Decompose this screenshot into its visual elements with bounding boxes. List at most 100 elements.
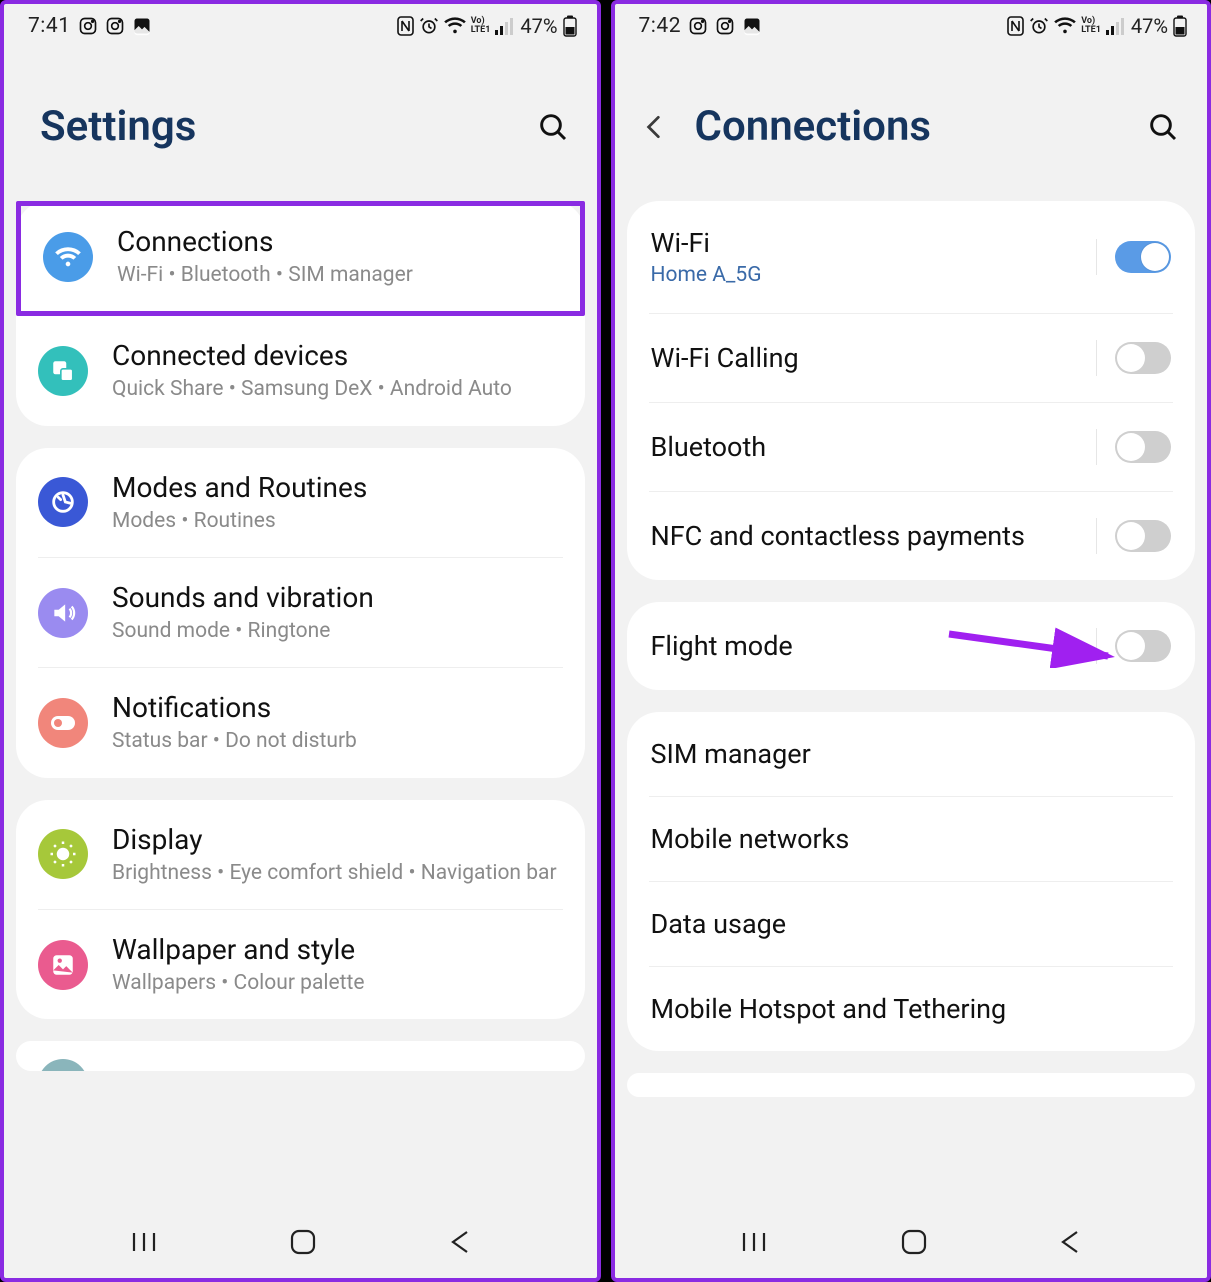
row-title: Wi-Fi Calling: [651, 342, 1089, 374]
row-nfc[interactable]: NFC and contactless payments: [649, 491, 1174, 580]
row-title: Th: [112, 1067, 144, 1072]
back-button[interactable]: [635, 107, 673, 147]
row-wifi[interactable]: Wi-Fi Home A_5G: [649, 201, 1174, 313]
connections-group: Flight mode: [627, 602, 1196, 690]
wallpaper-icon: [38, 940, 88, 990]
connections-screen: 7:42 Vo)LTE1 47% Connections Wi-Fi Home …: [611, 0, 1211, 1282]
alarm-icon: [419, 16, 439, 36]
flight-mode-toggle[interactable]: [1115, 630, 1171, 662]
row-title: SIM manager: [651, 738, 1172, 770]
separator: [1096, 429, 1097, 465]
volte-icon: Vo)LTE1: [1081, 17, 1101, 35]
row-text: Modes and Routines Modes • Routines: [112, 470, 563, 535]
row-title: Bluetooth: [651, 431, 1089, 463]
row-title: Data usage: [651, 908, 1172, 940]
page-title: Settings: [40, 102, 196, 151]
annotation-arrow-icon: [943, 624, 1123, 668]
separator: [1096, 239, 1097, 275]
row-title: Display: [112, 822, 563, 857]
status-time: 7:42: [639, 14, 682, 38]
search-icon[interactable]: [537, 111, 569, 143]
notification-icon: [38, 698, 88, 748]
navigation-bar: [4, 1204, 597, 1278]
row-title: Connected devices: [112, 338, 563, 373]
nfc-toggle[interactable]: [1115, 520, 1171, 552]
bluetooth-toggle[interactable]: [1115, 431, 1171, 463]
row-title: Modes and Routines: [112, 470, 563, 505]
connections-group: Wi-Fi Home A_5G Wi-Fi Calling Bluetooth …: [627, 201, 1196, 580]
search-icon[interactable]: [1147, 111, 1179, 143]
battery-percent: 47%: [520, 14, 557, 38]
settings-row-modes-routines[interactable]: Modes and Routines Modes • Routines: [38, 448, 563, 557]
wifi-calling-toggle[interactable]: [1115, 342, 1171, 374]
themes-icon: [38, 1059, 88, 1071]
row-title: Mobile networks: [651, 823, 1172, 855]
sound-icon: [38, 588, 88, 638]
nav-back[interactable]: [449, 1229, 471, 1255]
settings-screen: 7:41 Vo)LTE1 47% Settings Connect: [0, 0, 601, 1282]
alarm-icon: [1029, 16, 1049, 36]
settings-row-display[interactable]: Display Brightness • Eye comfort shield …: [38, 800, 563, 909]
page-title: Connections: [695, 102, 932, 151]
status-bar: 7:42 Vo)LTE1 47%: [615, 4, 1208, 44]
nav-home[interactable]: [900, 1228, 928, 1256]
nav-recents[interactable]: [740, 1230, 768, 1254]
settings-row-sounds[interactable]: Sounds and vibration Sound mode • Ringto…: [38, 557, 563, 667]
nfc-icon: [1007, 16, 1024, 36]
row-title: Connections: [117, 224, 558, 259]
display-icon: [38, 829, 88, 879]
settings-list[interactable]: Connections Wi-Fi • Bluetooth • SIM mana…: [4, 201, 597, 1204]
row-title: Wallpaper and style: [112, 932, 563, 967]
settings-group: Connections Wi-Fi • Bluetooth • SIM mana…: [16, 201, 585, 426]
row-title: Sounds and vibration: [112, 580, 563, 615]
volte-icon: Vo)LTE1: [471, 17, 491, 35]
row-bluetooth[interactable]: Bluetooth: [649, 402, 1174, 491]
row-title: Wi-Fi: [651, 227, 1089, 259]
header: Connections: [615, 44, 1208, 201]
header: Settings: [4, 44, 597, 201]
connections-list[interactable]: Wi-Fi Home A_5G Wi-Fi Calling Bluetooth …: [615, 201, 1208, 1204]
row-subtitle: Quick Share • Samsung DeX • Android Auto: [112, 375, 563, 403]
row-sim-manager[interactable]: SIM manager: [649, 712, 1174, 796]
nav-back[interactable]: [1059, 1229, 1081, 1255]
row-subtitle: Wallpapers • Colour palette: [112, 969, 563, 997]
row-text: Wallpaper and style Wallpapers • Colour …: [112, 932, 563, 997]
nav-home[interactable]: [289, 1228, 317, 1256]
separator: [1096, 518, 1097, 554]
settings-row-notifications[interactable]: Notifications Status bar • Do not distur…: [38, 667, 563, 777]
connected-devices-icon: [38, 346, 88, 396]
settings-row-connections[interactable]: Connections Wi-Fi • Bluetooth • SIM mana…: [43, 224, 558, 289]
connections-group: SIM manager Mobile networks Data usage M…: [627, 712, 1196, 1051]
row-title: Notifications: [112, 690, 563, 725]
instagram-icon: [105, 16, 125, 36]
battery-percent: 47%: [1131, 14, 1168, 38]
signal-icon: [495, 17, 515, 35]
battery-icon: [563, 15, 577, 37]
instagram-icon: [688, 16, 708, 36]
row-subtitle: Sound mode • Ringtone: [112, 617, 563, 645]
row-subtitle: Modes • Routines: [112, 507, 563, 535]
row-mobile-networks[interactable]: Mobile networks: [649, 796, 1174, 881]
settings-row-wallpaper[interactable]: Wallpaper and style Wallpapers • Colour …: [38, 909, 563, 1019]
navigation-bar: [615, 1204, 1208, 1278]
row-data-usage[interactable]: Data usage: [649, 881, 1174, 966]
row-text: Notifications Status bar • Do not distur…: [112, 690, 563, 755]
row-hotspot[interactable]: Mobile Hotspot and Tethering: [649, 966, 1174, 1051]
connections-group-truncated: [627, 1073, 1196, 1097]
signal-icon: [1106, 17, 1126, 35]
settings-group: Modes and Routines Modes • Routines Soun…: [16, 448, 585, 778]
status-time: 7:41: [28, 14, 71, 38]
wifi-toggle[interactable]: [1115, 241, 1171, 273]
separator: [1096, 340, 1097, 376]
row-subtitle: Wi-Fi • Bluetooth • SIM manager: [117, 261, 558, 289]
row-text: Connections Wi-Fi • Bluetooth • SIM mana…: [117, 224, 558, 289]
settings-row-connected-devices[interactable]: Connected devices Quick Share • Samsung …: [38, 316, 563, 425]
nav-recents[interactable]: [130, 1230, 158, 1254]
wifi-icon: [43, 232, 93, 282]
row-wifi-calling[interactable]: Wi-Fi Calling: [649, 313, 1174, 402]
modes-icon: [38, 477, 88, 527]
row-subtitle: Status bar • Do not disturb: [112, 727, 563, 755]
row-title: NFC and contactless payments: [651, 520, 1089, 552]
highlight-connections: Connections Wi-Fi • Bluetooth • SIM mana…: [16, 201, 585, 316]
row-text: Connected devices Quick Share • Samsung …: [112, 338, 563, 403]
